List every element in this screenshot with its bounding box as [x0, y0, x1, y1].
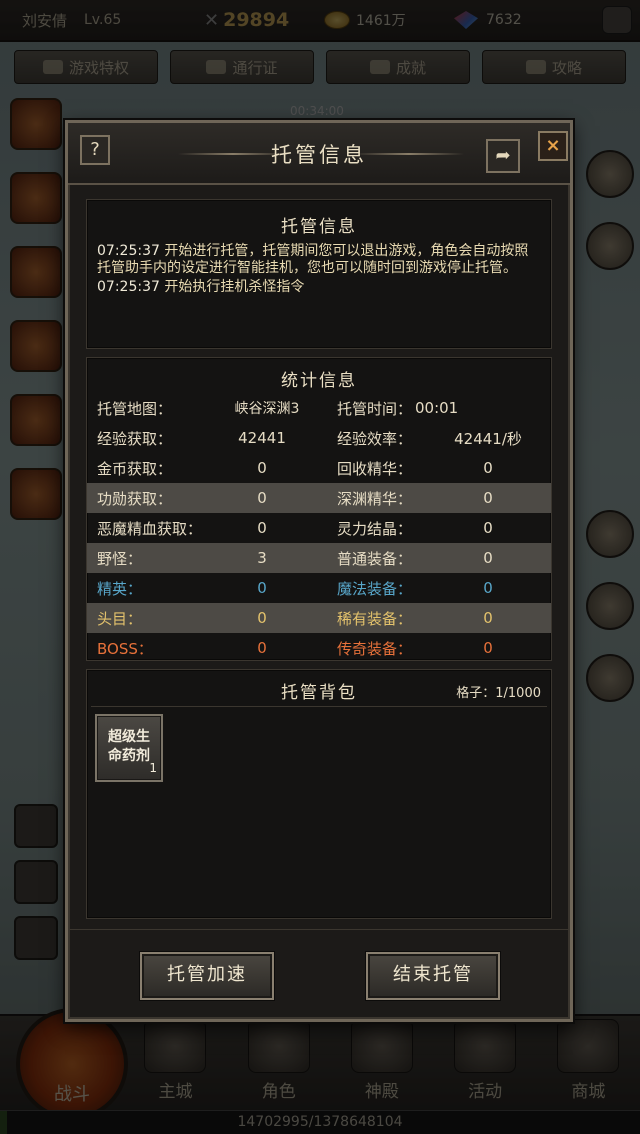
stat-value: 0: [483, 639, 493, 657]
stat-row: 野怪： 3 普通装备： 0: [87, 543, 551, 573]
stat-label: 托管时间：: [337, 399, 413, 418]
stat-label: 普通装备：: [337, 549, 413, 568]
stat-value: 0: [257, 459, 267, 477]
stat-value: 0: [257, 519, 267, 537]
auto-battle-dialog: ? 托管信息 ➦ × 托管信息 07:25:37 开始进行托管，托管期间您可以退…: [65, 120, 573, 1022]
speedup-button[interactable]: 托管加速: [140, 952, 274, 1000]
stat-label: 头目：: [97, 609, 143, 628]
log-entry: 07:25:37 开始执行挂机杀怪指令: [97, 279, 541, 296]
stat-label: 精英：: [97, 579, 143, 598]
log-time: 07:25:37: [97, 243, 160, 259]
title-decoration: [354, 153, 464, 155]
stat-value: 0: [257, 489, 267, 507]
stat-value: 0: [483, 549, 493, 567]
stat-label: 托管地图：: [97, 399, 173, 418]
stats-panel: 统计信息 托管地图： 峡谷深渊3 托管时间： 00:01 经验获取： 42441…: [86, 357, 552, 661]
stat-row: 精英： 0 魔法装备： 0: [87, 573, 551, 603]
close-button[interactable]: ×: [538, 131, 568, 161]
stat-value: 0: [483, 489, 493, 507]
share-button[interactable]: ➦: [486, 139, 520, 173]
stat-label: 稀有装备：: [337, 609, 413, 628]
bag-panel: 托管背包 格子：1/1000 超级生命药剂 1: [86, 669, 552, 919]
stat-label: 传奇装备：: [337, 639, 413, 658]
stat-label: 深渊精华：: [337, 489, 413, 508]
stat-row: 头目： 0 稀有装备： 0: [87, 603, 551, 633]
stat-label: 灵力结晶：: [337, 519, 413, 538]
stat-value: 0: [257, 639, 267, 657]
log-panel: 托管信息 07:25:37 开始进行托管，托管期间您可以退出游戏，角色会自动按照…: [86, 199, 552, 349]
dialog-footer: 托管加速 结束托管: [68, 929, 570, 1019]
divider: [91, 706, 547, 707]
stat-label: 魔法装备：: [337, 579, 413, 598]
bag-item-slot[interactable]: 超级生命药剂 1: [95, 714, 163, 782]
stat-value: 42441: [238, 429, 286, 447]
dialog-header: ? 托管信息 ➦ ×: [68, 123, 570, 185]
stats-title: 统计信息: [281, 371, 357, 391]
log-entry: 07:25:37 开始进行托管，托管期间您可以退出游戏，角色会自动按照托管助手内…: [97, 243, 541, 277]
stat-value: 00:01: [415, 399, 459, 417]
stat-value: 3: [257, 549, 267, 567]
stat-row: 金币获取： 0 回收精华： 0: [87, 453, 551, 483]
stat-value: 42441/秒: [454, 429, 522, 448]
stat-label: 恶魔精血获取：: [97, 519, 203, 538]
stat-row: 功勋获取： 0 深渊精华： 0: [87, 483, 551, 513]
item-count: 1: [149, 761, 157, 775]
log-title: 托管信息: [281, 217, 357, 237]
log-text: 开始执行挂机杀怪指令: [159, 279, 305, 295]
stat-row: 托管地图： 峡谷深渊3 托管时间： 00:01: [87, 393, 551, 423]
stat-label: 功勋获取：: [97, 489, 173, 508]
stat-value: 0: [257, 579, 267, 597]
stat-label: BOSS：: [97, 639, 153, 658]
stat-label: 回收精华：: [337, 459, 413, 478]
stat-value: 0: [483, 459, 493, 477]
stat-value: 0: [257, 609, 267, 627]
stat-row: 经验获取： 42441 经验效率： 42441/秒: [87, 423, 551, 453]
stat-value: 峡谷深渊3: [234, 401, 300, 417]
log-time: 07:25:37: [97, 279, 160, 295]
stat-label: 金币获取：: [97, 459, 173, 478]
bag-capacity: 格子：1/1000: [456, 686, 541, 701]
end-auto-battle-button[interactable]: 结束托管: [366, 952, 500, 1000]
stat-value: 0: [483, 519, 493, 537]
stat-row: BOSS： 0 传奇装备： 0: [87, 633, 551, 663]
stat-label: 经验效率：: [337, 429, 413, 448]
stat-row: 恶魔精血获取： 0 灵力结晶： 0: [87, 513, 551, 543]
stat-value: 0: [483, 579, 493, 597]
stat-label: 野怪：: [97, 549, 143, 568]
log-text: 开始进行托管，托管期间您可以退出游戏，角色会自动按照托管助手内的设定进行智能挂机…: [97, 243, 529, 276]
item-name: 超级生命药剂: [108, 729, 150, 764]
stat-label: 经验获取：: [97, 429, 173, 448]
stat-value: 0: [483, 609, 493, 627]
